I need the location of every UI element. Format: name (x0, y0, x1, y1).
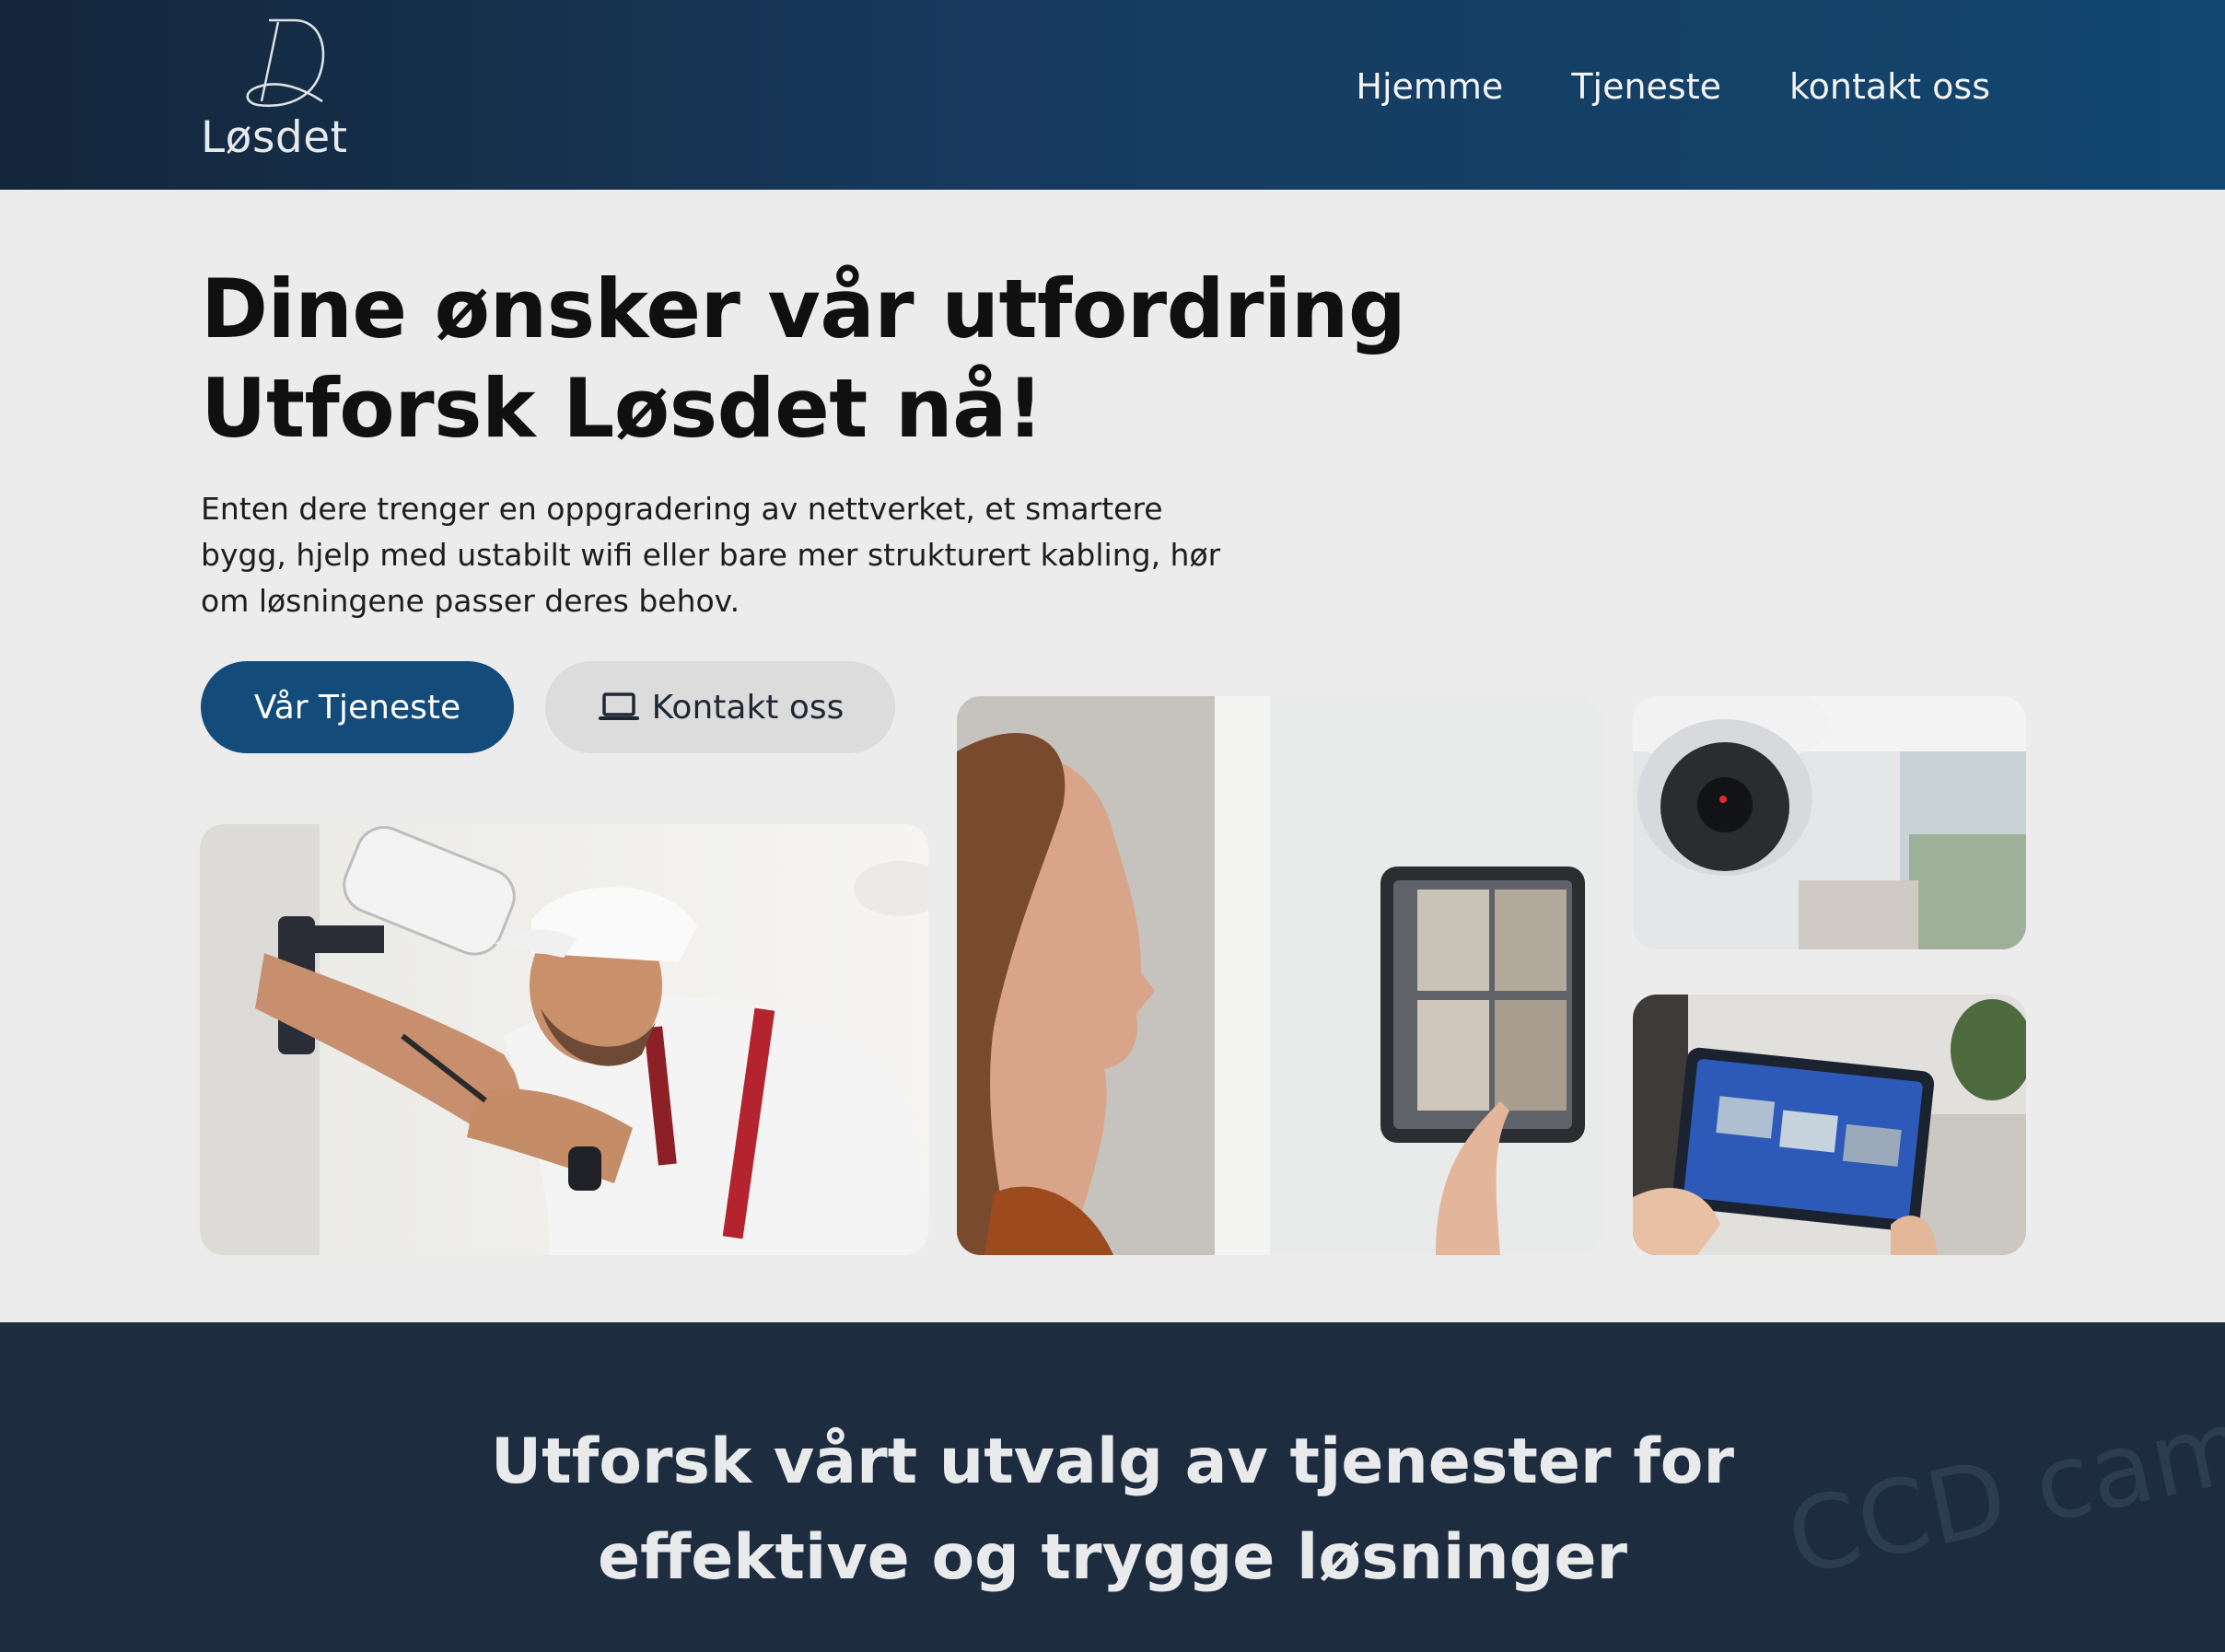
nav-link-hjemme[interactable]: Hjemme (1356, 66, 1503, 107)
hero-title-line-1: Dine ønsker vår utfordring (201, 262, 1406, 356)
contact-button[interactable]: Kontakt oss (545, 661, 895, 753)
main-nav: Hjemme Tjeneste kontakt oss (1356, 66, 1990, 107)
hero-description: Enten dere trenger en oppgradering av ne… (201, 491, 1221, 619)
laptop-icon (598, 692, 639, 720)
logo[interactable]: Løsdet (201, 13, 357, 169)
nav-link-tjeneste[interactable]: Tjeneste (1571, 66, 1721, 107)
hero-title-line-2: Utforsk Løsdet nå! (201, 361, 1043, 456)
woman-touch-panel-photo (957, 696, 1602, 1255)
services-intro-title: Utforsk vårt utvalg av tjenester for eff… (0, 1414, 2225, 1606)
logo-text: Løsdet (201, 112, 348, 163)
nav-link-kontakt[interactable]: kontakt oss (1789, 66, 1990, 107)
contact-button-label: Kontakt oss (651, 688, 845, 727)
logo-mark-icon (246, 18, 325, 108)
services-intro-band: CCD cam Utforsk vårt utvalg av tjenester… (0, 1322, 2225, 1652)
dome-camera-photo (1633, 696, 2026, 949)
services-intro-line-2: effektive og trygge løsninger (597, 1521, 1627, 1594)
technician-installing-camera-photo (200, 824, 928, 1255)
site-header: Løsdet Hjemme Tjeneste kontakt oss (0, 0, 2225, 190)
tablet-security-app-photo (1633, 995, 2026, 1255)
services-intro-line-1: Utforsk vårt utvalg av tjenester for (490, 1425, 1735, 1498)
hero-title: Dine ønsker vår utfordring Utforsk Løsde… (201, 260, 1406, 459)
services-button[interactable]: Vår Tjeneste (201, 661, 514, 753)
